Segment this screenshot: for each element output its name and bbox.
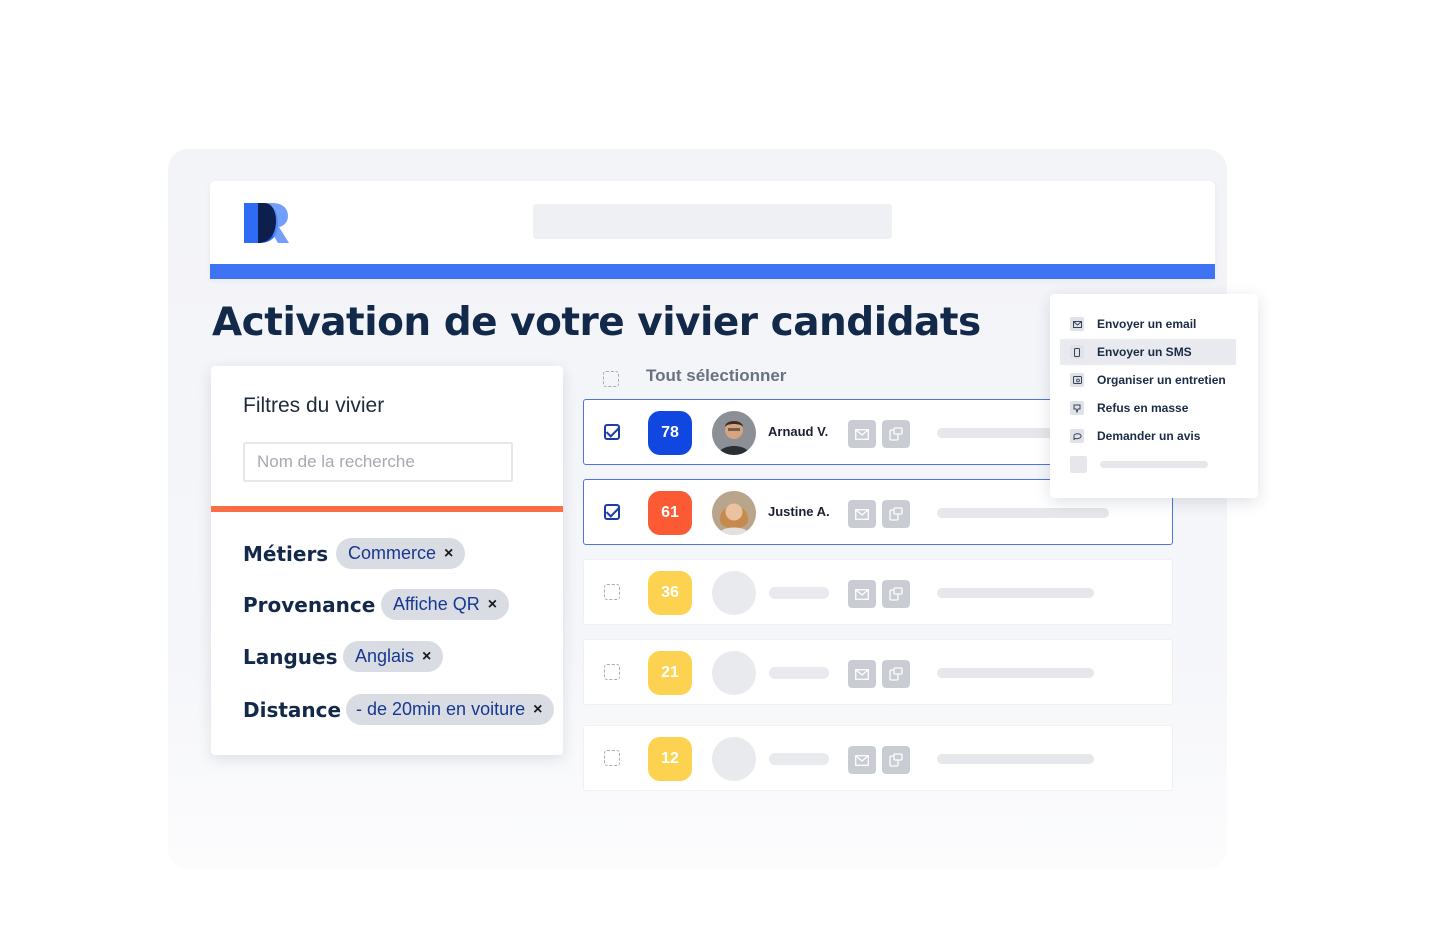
menu-item-label: Demander un avis [1097, 429, 1201, 443]
select-all-checkbox[interactable] [603, 371, 619, 387]
text-placeholder [937, 754, 1094, 764]
app-header [210, 181, 1215, 279]
send-sms-button[interactable] [882, 420, 910, 448]
filter-label: Provenance [243, 593, 376, 617]
text-placeholder [937, 508, 1109, 518]
filter-label: Langues [243, 645, 338, 669]
chip-label: Affiche QR [393, 594, 480, 614]
avatar-placeholder [712, 651, 756, 695]
text-placeholder [937, 588, 1094, 598]
page-title: Activation de votre vivier candidats [212, 300, 981, 345]
send-email-button[interactable] [848, 746, 876, 774]
select-all-label[interactable]: Tout sélectionner [646, 366, 786, 386]
avatar-placeholder [712, 737, 756, 781]
send-email-button[interactable] [848, 420, 876, 448]
row-checkbox[interactable] [604, 664, 620, 680]
sms-icon [889, 507, 903, 521]
header-search-placeholder[interactable] [533, 204, 892, 239]
filter-chip-anglais[interactable]: Anglais × [343, 641, 444, 672]
score-badge: 36 [648, 571, 692, 615]
chat-bubble-icon [1070, 429, 1084, 443]
filters-panel: Filtres du vivier Métiers Commerce × Pro… [211, 366, 563, 755]
name-placeholder [769, 753, 829, 765]
search-name-input[interactable] [243, 442, 513, 482]
rh-logo-icon[interactable] [242, 201, 290, 245]
menu-item-label: Refus en masse [1097, 401, 1189, 415]
sms-icon [889, 753, 903, 767]
thumbs-down-icon [1070, 401, 1084, 415]
close-icon[interactable]: × [444, 545, 453, 563]
filter-row-metiers: Métiers [243, 538, 328, 570]
filter-row-provenance: Provenance [243, 589, 375, 621]
chip-label: Commerce [348, 543, 437, 563]
menu-item-label: Envoyer un email [1097, 317, 1197, 331]
mail-icon [855, 428, 869, 440]
candidate-row[interactable]: 12 [583, 725, 1173, 791]
mail-icon [855, 668, 869, 680]
row-checkbox[interactable] [604, 750, 620, 766]
avatar [712, 491, 756, 535]
name-placeholder [769, 667, 829, 679]
sms-icon [889, 427, 903, 441]
menu-item-label: Envoyer un SMS [1097, 345, 1192, 359]
text-placeholder [1100, 460, 1208, 468]
send-sms-button[interactable] [882, 500, 910, 528]
interview-icon [1070, 373, 1084, 387]
placeholder-icon [1070, 455, 1087, 473]
menu-item-send-sms[interactable]: Envoyer un SMS [1060, 339, 1236, 365]
avatar [712, 411, 756, 455]
avatar-placeholder [712, 571, 756, 615]
score-badge: 21 [648, 651, 692, 695]
send-email-button[interactable] [848, 660, 876, 688]
header-accent-bar [210, 264, 1215, 279]
candidate-name[interactable]: Justine A. [768, 504, 830, 519]
candidate-name[interactable]: Arnaud V. [768, 424, 828, 439]
close-icon[interactable]: × [488, 596, 497, 614]
mail-icon [855, 754, 869, 766]
menu-item-placeholder [1060, 451, 1236, 477]
filter-label: Distance [243, 698, 342, 722]
menu-item-request-review[interactable]: Demander un avis [1060, 423, 1236, 449]
send-sms-button[interactable] [882, 660, 910, 688]
phone-icon [1070, 345, 1084, 359]
mail-icon [1070, 317, 1084, 331]
menu-item-label: Organiser un entretien [1097, 373, 1226, 387]
mail-icon [855, 508, 869, 520]
send-email-button[interactable] [848, 500, 876, 528]
sms-icon [889, 667, 903, 681]
candidate-row[interactable]: 36 [583, 559, 1173, 625]
filters-title: Filtres du vivier [243, 394, 385, 417]
filter-row-langues: Langues [243, 641, 338, 673]
chip-label: - de 20min en voiture [356, 699, 526, 719]
row-checkbox[interactable] [604, 584, 620, 600]
name-placeholder [769, 587, 829, 599]
filter-row-distance: Distance [243, 694, 341, 726]
score-badge: 12 [648, 737, 692, 781]
close-icon[interactable]: × [533, 701, 542, 719]
send-sms-button[interactable] [882, 580, 910, 608]
filter-chip-commerce[interactable]: Commerce × [336, 538, 466, 569]
candidate-row[interactable]: 21 [583, 639, 1173, 705]
menu-item-schedule-interview[interactable]: Organiser un entretien [1060, 367, 1236, 393]
bulk-actions-menu: Envoyer un email Envoyer un SMS Organise… [1050, 294, 1258, 498]
filters-divider [211, 506, 563, 512]
row-checkbox[interactable] [604, 504, 620, 520]
chip-label: Anglais [355, 646, 415, 666]
score-badge: 78 [648, 411, 692, 455]
send-sms-button[interactable] [882, 746, 910, 774]
sms-icon [889, 587, 903, 601]
filter-chip-affiche-qr[interactable]: Affiche QR × [381, 589, 510, 620]
send-email-button[interactable] [848, 580, 876, 608]
close-icon[interactable]: × [422, 648, 431, 666]
mail-icon [855, 588, 869, 600]
menu-item-send-email[interactable]: Envoyer un email [1060, 311, 1236, 337]
menu-item-mass-refusal[interactable]: Refus en masse [1060, 395, 1236, 421]
row-checkbox[interactable] [604, 424, 620, 440]
filter-label: Métiers [243, 542, 329, 566]
text-placeholder [937, 668, 1094, 678]
score-badge: 61 [648, 491, 692, 535]
filter-chip-distance[interactable]: - de 20min en voiture × [346, 694, 555, 725]
